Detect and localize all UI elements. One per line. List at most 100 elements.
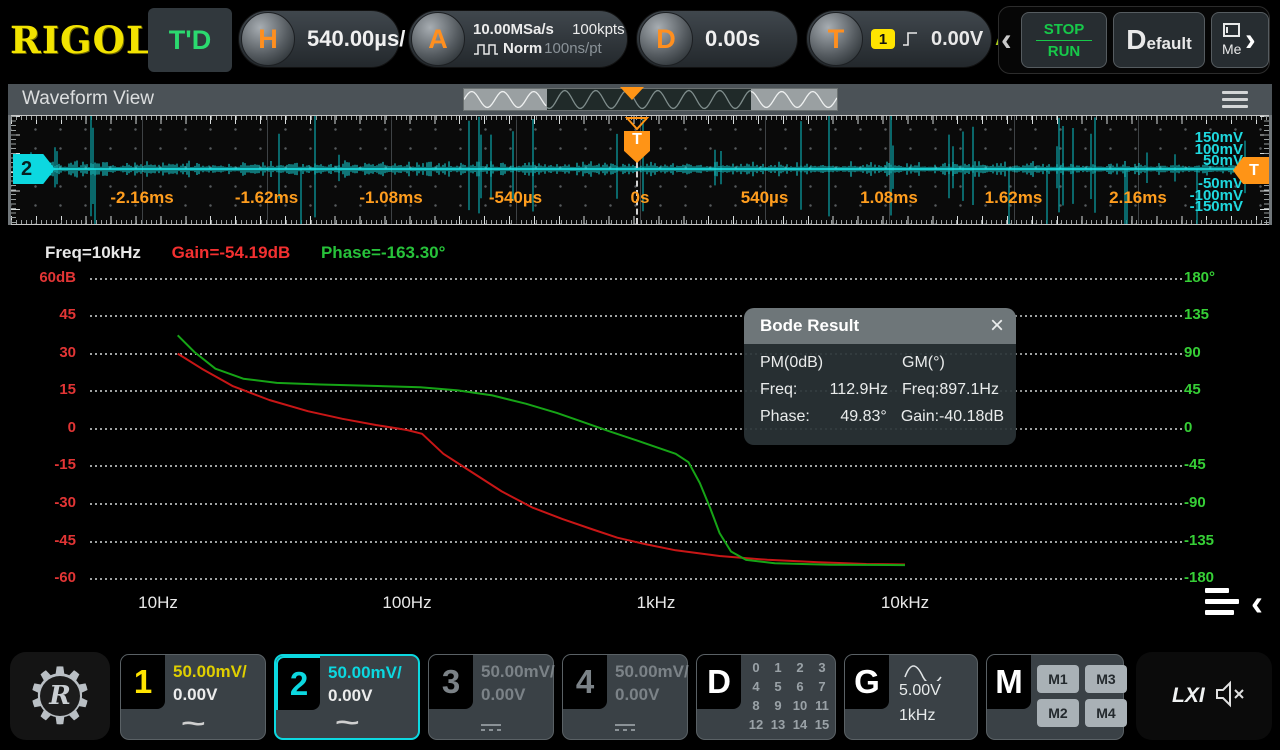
- horizontal-knob-icon[interactable]: H: [241, 12, 295, 66]
- prev-chevron-icon[interactable]: ‹: [1001, 21, 1012, 57]
- trigger-settings-button[interactable]: T 1 0.00V A: [806, 10, 992, 68]
- trigger-status-button[interactable]: T'D: [148, 8, 232, 72]
- math-button-M2[interactable]: M2: [1037, 699, 1079, 727]
- acquire-mode: Norm: [503, 39, 542, 58]
- digital-channel-number: 10: [789, 698, 811, 717]
- oscilloscope-screen: RIGOL T'D H 540.00µs/ A 10.00MSa/s 100kp…: [0, 0, 1280, 750]
- trigger-level: 0.00V: [931, 28, 983, 51]
- dc-coupling-icon: [615, 724, 635, 731]
- menu-button[interactable]: Me: [1211, 12, 1269, 68]
- popup-title: Bode Result: [760, 316, 859, 336]
- bode-plot-area: Freq=10kHz Gain=-54.19dB Phase=-163.30° …: [0, 225, 1280, 648]
- rising-edge-icon: [901, 29, 921, 49]
- pm-freq-value: 112.9Hz: [830, 381, 888, 399]
- pm-header: PM(0dB): [760, 354, 823, 372]
- time-label: -1.62ms: [235, 188, 298, 208]
- next-chevron-icon[interactable]: ›: [1245, 21, 1256, 57]
- digital-channel-number: 7: [811, 679, 833, 698]
- rigol-gear-button[interactable]: ⚙ R: [10, 652, 110, 740]
- time-label: -1.08ms: [359, 188, 422, 208]
- channel2-card[interactable]: 2 50.00mV/ 0.00V ~: [274, 654, 420, 740]
- default-button[interactable]: Default: [1113, 12, 1205, 68]
- digital-channel-number: 11: [811, 698, 833, 717]
- memory-depth: 100kpts: [572, 21, 625, 38]
- digital-channel-number: 8: [745, 698, 767, 717]
- digital-channel-number: 9: [767, 698, 789, 717]
- channel3-number: 3: [429, 655, 473, 709]
- channel3-card[interactable]: 3 50.00mV/ 0.00V: [428, 654, 554, 740]
- quick-action-cluster: ‹ STOP RUN Default Me ›: [998, 6, 1270, 74]
- speaker-muted-icon[interactable]: [1214, 680, 1248, 708]
- trigger-position-outline-icon: [625, 117, 649, 131]
- channel1-card[interactable]: 1 50.00mV/ 0.00V ~: [120, 654, 266, 740]
- digital-channel-number: 3: [811, 660, 833, 679]
- close-icon[interactable]: ×: [990, 314, 1004, 338]
- channel4-scale: 50.00mV/: [615, 662, 689, 682]
- digital-channel-number: 0: [745, 660, 767, 679]
- channel1-offset: 0.00V: [173, 685, 217, 705]
- waveform-view-title: Waveform View: [22, 88, 154, 110]
- bode-result-popup[interactable]: Bode Result × PM(0dB) GM(°) Freq: 112.9H…: [744, 308, 1016, 445]
- digital-channel-number: 12: [745, 717, 767, 736]
- run-label: RUN: [1048, 43, 1081, 60]
- voltage-scale-negative: -50mV-100mV-150mV: [1190, 178, 1243, 213]
- acquisition-knob-icon[interactable]: A: [411, 12, 465, 66]
- digital-channel-number: 1: [767, 660, 789, 679]
- math-button-M4[interactable]: M4: [1085, 699, 1127, 727]
- horizontal-settings-button[interactable]: H 540.00µs/: [238, 10, 400, 68]
- ac-coupling-icon: ~: [121, 714, 265, 737]
- channel2-number: 2: [276, 656, 320, 710]
- generator-amplitude: 5.00V: [899, 682, 941, 700]
- digital-channel-number: 4: [745, 679, 767, 698]
- navigator-waveform: [464, 89, 837, 110]
- math-button-M3[interactable]: M3: [1085, 665, 1127, 693]
- sample-rate: 10.00MSa/s: [473, 21, 554, 38]
- hamburger-menu-icon[interactable]: [1222, 91, 1248, 112]
- horizontal-navigator[interactable]: [463, 88, 838, 111]
- digital-channels-card[interactable]: D 0123456789101112131415: [696, 654, 836, 740]
- channel4-card[interactable]: 4 50.00mV/ 0.00V: [562, 654, 688, 740]
- time-label: 540µs: [741, 188, 789, 208]
- channel4-offset: 0.00V: [615, 685, 659, 705]
- time-label: 2.16ms: [1109, 188, 1167, 208]
- channel3-scale: 50.00mV/: [481, 662, 555, 682]
- trigger-knob-icon[interactable]: T: [809, 12, 863, 66]
- collapse-menu-icon[interactable]: ‹: [1205, 588, 1263, 624]
- stop-run-button[interactable]: STOP RUN: [1021, 12, 1107, 68]
- time-label: -540µs: [489, 188, 542, 208]
- delay-settings-button[interactable]: D 0.00s: [636, 10, 798, 68]
- acquisition-settings-button[interactable]: A 10.00MSa/s 100kpts Norm 100ns/pt: [408, 10, 628, 68]
- time-label: 0s: [631, 188, 650, 208]
- timebase-value: 540.00µs/: [307, 26, 405, 52]
- time-label: -2.16ms: [110, 188, 173, 208]
- default-label: Default: [1126, 24, 1192, 56]
- channel1-number: 1: [121, 655, 165, 709]
- lxi-status-panel[interactable]: LXI: [1136, 652, 1272, 740]
- digital-letter: D: [697, 655, 741, 709]
- digital-channel-number: 6: [789, 679, 811, 698]
- channel3-offset: 0.00V: [481, 685, 525, 705]
- gm-header: GM(°): [902, 354, 1004, 372]
- navigator-trigger-marker[interactable]: [620, 87, 644, 100]
- popup-titlebar[interactable]: Bode Result ×: [744, 308, 1016, 344]
- waveform-strip[interactable]: T 2 T 150mV100mV50mV -50mV-100mV-150mV -…: [11, 115, 1269, 225]
- math-card[interactable]: M M1M3M2M4: [986, 654, 1124, 740]
- delay-value: 0.00s: [705, 26, 760, 52]
- lxi-label: LXI: [1172, 684, 1205, 708]
- voltage-scale-positive: 150mV100mV50mV: [1195, 132, 1243, 167]
- trigger-status-label: T'D: [169, 25, 211, 56]
- ac-coupling-icon: ~: [276, 713, 418, 736]
- divider: [1036, 40, 1092, 41]
- trigger-source-badge: 1: [871, 29, 895, 49]
- time-resolution: 100ns/pt: [544, 39, 602, 58]
- pulse-waveform-icon: [473, 41, 499, 57]
- generator-card[interactable]: G 5.00V 1kHz: [844, 654, 978, 740]
- delay-knob-icon[interactable]: D: [639, 12, 693, 66]
- math-button-M1[interactable]: M1: [1037, 665, 1079, 693]
- channel4-number: 4: [563, 655, 607, 709]
- voltage-label: -150mV: [1190, 201, 1243, 213]
- pm-phase-value: 49.83°: [840, 408, 886, 426]
- time-label: 1.08ms: [860, 188, 918, 208]
- digital-channel-number: 5: [767, 679, 789, 698]
- rigol-r-icon: R: [49, 681, 71, 711]
